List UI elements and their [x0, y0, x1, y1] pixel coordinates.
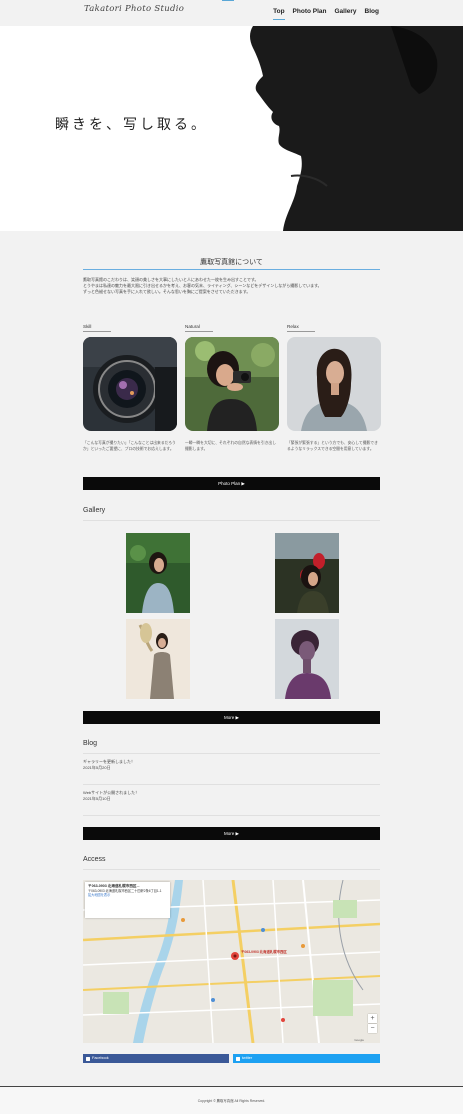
feature-text-skill: 「こんな写真が撮りたい」「こんなことは出来るだろうか」といったご要望に、プロの技…	[83, 441, 176, 451]
nav-item-gallery[interactable]: Gallery	[335, 8, 357, 20]
feature-underline	[83, 331, 111, 332]
feature-image-relaxing-woman	[287, 337, 381, 431]
photo-plan-button[interactable]: Photo Plan ▶	[83, 477, 380, 490]
blog-divider	[83, 815, 380, 816]
feature-label-relax: Relax	[287, 324, 299, 329]
nav-item-photo-plan[interactable]: Photo Plan	[293, 8, 327, 20]
feature-label-skill: Skill	[83, 324, 92, 329]
main-nav: Top Photo Plan Gallery Blog	[273, 8, 379, 20]
map-attribution: Google	[354, 1038, 364, 1042]
hero-portrait-image	[223, 26, 463, 231]
feature-text-natural: 一瞬一瞬を大切に、それぞれの自然な表情を引き出し撮影します。	[185, 441, 277, 451]
blog-post[interactable]: Webサイトが公開されました！ 2021年5月10日	[83, 790, 380, 802]
about-description: 鷹取写真館のこだわりは、笑顔の美しさを大事にしたいと人にあわせた一枚を生み出すこ…	[83, 277, 380, 295]
gallery-image[interactable]	[126, 533, 190, 613]
map-marker-label: 〒063-0903 北海道札幌市西区	[241, 950, 287, 954]
map-enlarge-link[interactable]: 拡大地図を表示	[88, 893, 167, 898]
gallery-image[interactable]	[275, 619, 339, 699]
feature-text-relax: 「緊張が緊張する」という方でも、安心して撮影できるようなリラックスできる空間を用…	[287, 441, 378, 451]
facebook-icon	[86, 1056, 90, 1061]
feature-underline	[185, 331, 213, 332]
hero-tagline: 瞬きを、写し取る。	[55, 117, 208, 133]
feature-image-camera-lens	[83, 337, 177, 431]
feature-image-photographer	[185, 337, 279, 431]
twitter-label: twitter	[242, 1056, 253, 1060]
feature-label-natural: Natural	[185, 324, 200, 329]
nav-item-top[interactable]: Top	[273, 8, 285, 20]
facebook-label: Facebook	[92, 1056, 109, 1060]
site-header: Takatori Photo Studio Top Photo Plan Gal…	[0, 0, 463, 26]
section-divider	[83, 753, 380, 754]
access-title: Access	[83, 856, 106, 863]
about-title-underline	[83, 269, 380, 270]
blog-more-button[interactable]: More ▶	[83, 827, 380, 840]
blog-title: Blog	[83, 740, 98, 747]
blog-divider	[83, 784, 380, 785]
gallery-more-button[interactable]: More ▶	[83, 711, 380, 724]
gallery-title: Gallery	[83, 507, 106, 514]
twitter-icon	[236, 1056, 240, 1061]
top-accent-line	[222, 0, 234, 1]
blog-post[interactable]: ギャラリーを更新しました！ 2021年5月20日	[83, 759, 380, 771]
blog-post-date: 2021年5月20日	[83, 765, 111, 770]
map-info-card: 〒063-0903 北海道札幌市西区... 〒063-0903 北海道札幌市西区…	[85, 882, 170, 918]
facebook-share-button[interactable]: Facebook	[83, 1054, 229, 1063]
about-title: 鷹取写真館について	[200, 259, 263, 266]
site-logo[interactable]: Takatori Photo Studio	[84, 4, 184, 14]
map-zoom-in-button[interactable]: +	[368, 1014, 377, 1023]
section-divider	[83, 869, 380, 870]
nav-item-blog[interactable]: Blog	[365, 8, 379, 20]
blog-post-date: 2021年5月10日	[83, 796, 111, 801]
gallery-image[interactable]	[275, 533, 339, 613]
footer-top-border	[0, 1086, 463, 1087]
section-divider	[83, 520, 380, 521]
map-zoom-out-button[interactable]: −	[368, 1024, 377, 1033]
access-map[interactable]: 〒063-0903 北海道札幌市西区... 〒063-0903 北海道札幌市西区…	[83, 880, 380, 1043]
gallery-image[interactable]	[126, 619, 190, 699]
about-line: ずっと色褪せない写真を手に入れて欲しい。そんな思いを胸にご提案をさせていただきま…	[83, 289, 251, 294]
hero-section: 瞬きを、写し取る。	[0, 26, 463, 231]
twitter-share-button[interactable]: twitter	[233, 1054, 380, 1063]
feature-underline	[287, 331, 315, 332]
copyright-text: Copyright © 鷹取写真館 All Rights Reserved.	[197, 1099, 266, 1103]
